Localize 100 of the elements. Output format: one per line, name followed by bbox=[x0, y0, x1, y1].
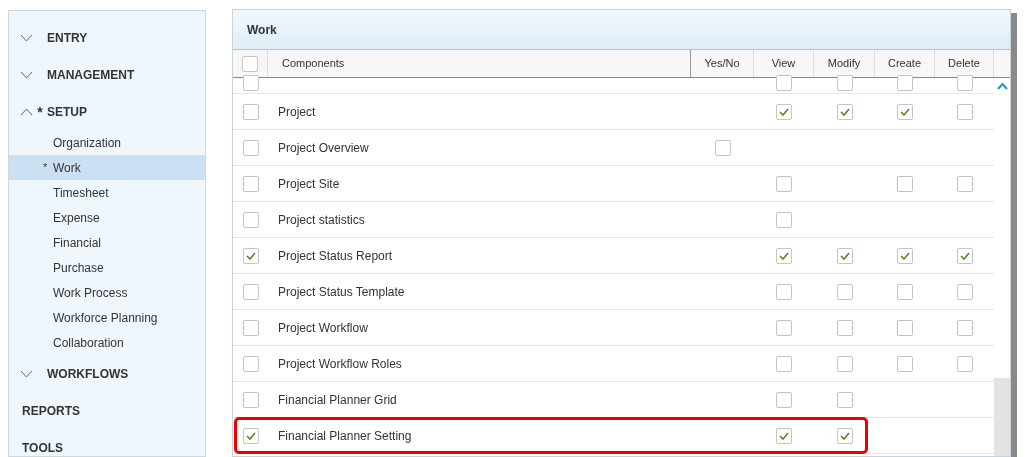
component-name: Financial Planner Grid bbox=[278, 392, 397, 407]
sidebar-section[interactable]: SETUP bbox=[47, 102, 87, 121]
sidebar-item-label: Purchase bbox=[53, 259, 104, 277]
checkbox[interactable] bbox=[242, 427, 259, 444]
sidebar-item[interactable]: Purchase bbox=[9, 255, 205, 280]
sidebar-section[interactable]: MANAGEMENT bbox=[47, 65, 135, 84]
checkbox[interactable] bbox=[956, 355, 973, 372]
sidebar-link[interactable]: REPORTS bbox=[9, 392, 205, 429]
checkmark-icon bbox=[839, 251, 850, 260]
sidebar-item-label: Expense bbox=[53, 209, 100, 227]
scrollbar-thumb[interactable] bbox=[994, 378, 1010, 456]
checkmark-icon bbox=[839, 431, 850, 440]
checkbox[interactable] bbox=[242, 139, 259, 156]
checkbox[interactable] bbox=[836, 283, 853, 300]
checkbox[interactable] bbox=[897, 355, 913, 372]
checkmark-icon bbox=[779, 107, 789, 116]
sidebar-item-label: Collaboration bbox=[53, 334, 124, 352]
component-name: Project statistics bbox=[278, 212, 365, 227]
checkbox[interactable] bbox=[956, 247, 973, 264]
checkbox[interactable] bbox=[836, 75, 853, 91]
checkbox[interactable] bbox=[836, 355, 853, 372]
sidebar-item[interactable]: Expense bbox=[9, 205, 205, 230]
panel-header: Work bbox=[233, 10, 1010, 50]
checkbox[interactable] bbox=[897, 319, 913, 336]
sidebar-section[interactable]: WORKFLOWS bbox=[47, 364, 129, 383]
checkbox[interactable] bbox=[776, 319, 792, 336]
sidebar-item[interactable]: Work Process bbox=[9, 280, 205, 305]
checkmark-icon bbox=[245, 251, 256, 260]
asterisk: * bbox=[43, 160, 48, 176]
component-name: Project Site bbox=[278, 176, 340, 191]
checkbox[interactable] bbox=[836, 247, 853, 264]
sidebar-item-label: Work bbox=[53, 159, 81, 177]
asterisk: * bbox=[37, 104, 43, 119]
checkbox[interactable] bbox=[242, 391, 259, 408]
checkbox[interactable] bbox=[836, 319, 853, 336]
sidebar-item-label: Organization bbox=[53, 134, 122, 152]
checkbox[interactable] bbox=[836, 103, 853, 120]
component-name: Project Workflow Roles bbox=[278, 356, 402, 371]
checkmark-icon bbox=[900, 251, 910, 260]
sidebar-item-label: Work Process bbox=[53, 284, 128, 302]
checkmark-icon bbox=[779, 251, 789, 260]
checkbox[interactable] bbox=[242, 175, 259, 192]
checkbox[interactable] bbox=[897, 75, 913, 91]
chevron-up-icon[interactable] bbox=[997, 82, 1008, 90]
sidebar-item[interactable]: Collaboration bbox=[9, 330, 205, 355]
chevron-down-icon bbox=[20, 70, 33, 79]
checkbox[interactable] bbox=[836, 391, 853, 408]
sidebar-item-label: Timesheet bbox=[53, 184, 109, 202]
column-header[interactable]: Components bbox=[268, 50, 691, 77]
sidebar-item-label: Workforce Planning bbox=[53, 309, 158, 327]
column-header[interactable]: Yes/No bbox=[691, 50, 754, 77]
checkbox[interactable] bbox=[897, 247, 913, 264]
checkbox[interactable] bbox=[776, 103, 792, 120]
checkbox[interactable] bbox=[776, 247, 792, 264]
checkbox[interactable] bbox=[956, 75, 973, 91]
sidebar-item[interactable]: Financial bbox=[9, 230, 205, 255]
checkbox[interactable] bbox=[897, 103, 913, 120]
sidebar-item[interactable]: * Work bbox=[9, 155, 205, 180]
checkbox[interactable] bbox=[242, 283, 259, 300]
checkbox[interactable] bbox=[897, 283, 913, 300]
checkbox[interactable] bbox=[242, 211, 259, 228]
chevron-down-icon bbox=[20, 369, 33, 378]
sidebar-link[interactable]: TOOLS bbox=[9, 429, 205, 457]
chevron-down-icon bbox=[20, 33, 33, 42]
component-name: Project Status Report bbox=[278, 248, 393, 263]
checkmark-icon bbox=[900, 107, 910, 116]
checkbox[interactable] bbox=[776, 283, 792, 300]
checkbox[interactable] bbox=[776, 175, 792, 192]
checkmark-icon bbox=[839, 107, 850, 116]
component-name: Project Status Template bbox=[278, 284, 405, 299]
checkmark-icon bbox=[245, 431, 256, 440]
component-name: Project bbox=[278, 104, 316, 119]
checkbox[interactable] bbox=[242, 103, 259, 120]
component-name: Project Overview bbox=[278, 140, 369, 155]
checkbox[interactable] bbox=[776, 75, 792, 91]
checkbox[interactable] bbox=[776, 211, 792, 228]
checkbox[interactable] bbox=[242, 75, 259, 91]
checkbox[interactable] bbox=[714, 139, 731, 156]
checkbox[interactable] bbox=[956, 103, 973, 120]
checkbox[interactable] bbox=[242, 355, 259, 372]
checkbox[interactable] bbox=[956, 319, 973, 336]
checkmark-icon bbox=[959, 251, 970, 260]
checkbox[interactable] bbox=[836, 427, 853, 444]
sidebar-item[interactable]: Timesheet bbox=[9, 180, 205, 205]
checkbox[interactable] bbox=[242, 55, 258, 72]
checkbox[interactable] bbox=[776, 391, 792, 408]
component-name: Financial Planner Setting bbox=[278, 428, 412, 443]
sidebar-section[interactable]: ENTRY bbox=[47, 28, 88, 47]
checkbox[interactable] bbox=[242, 319, 259, 336]
checkbox[interactable] bbox=[897, 175, 913, 192]
component-name: Project Workflow bbox=[278, 320, 368, 335]
checkbox[interactable] bbox=[956, 283, 973, 300]
sidebar-item[interactable]: Organization bbox=[9, 130, 205, 155]
sidebar-item[interactable]: Workforce Planning bbox=[9, 305, 205, 330]
checkbox[interactable] bbox=[776, 427, 792, 444]
chevron-up-icon bbox=[20, 107, 33, 116]
checkbox[interactable] bbox=[776, 355, 792, 372]
checkbox[interactable] bbox=[242, 247, 259, 264]
checkmark-icon bbox=[779, 431, 789, 440]
checkbox[interactable] bbox=[956, 175, 973, 192]
